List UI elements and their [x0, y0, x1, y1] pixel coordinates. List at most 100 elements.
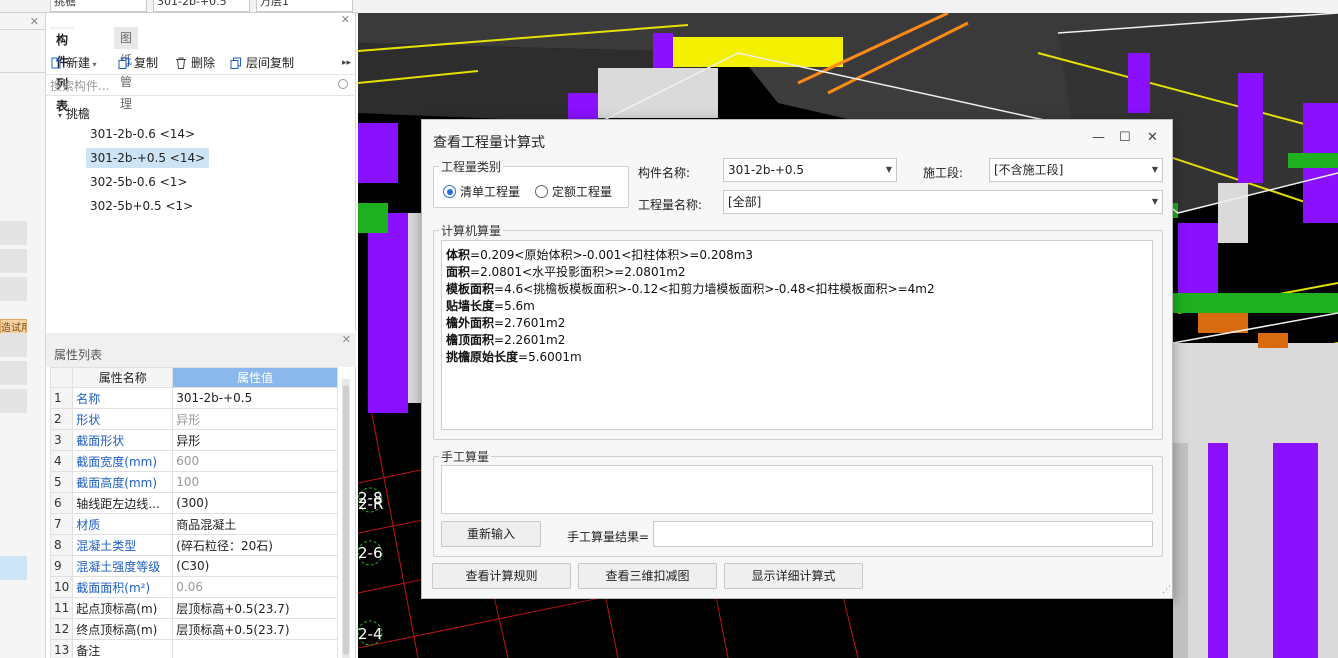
new-button[interactable]: 新建 ▾ — [50, 54, 97, 72]
property-scrollbar[interactable] — [342, 379, 350, 658]
close-icon[interactable]: ✕ — [341, 13, 350, 26]
component-search-input[interactable]: 搜索构件... — [46, 76, 354, 96]
property-name-header: 属性名称 — [72, 367, 174, 388]
show-detail-formula-button[interactable]: 显示详细计算式 — [724, 563, 863, 589]
manual-result-input[interactable] — [653, 521, 1153, 547]
property-value[interactable]: 100 — [172, 471, 338, 493]
close-icon[interactable]: ✕ — [30, 15, 39, 28]
nav-item[interactable] — [0, 221, 27, 245]
quantity-name-select[interactable]: [全部] ▼ — [723, 190, 1163, 214]
component-name-select[interactable]: 301-2b-+0.5 ▼ — [723, 158, 897, 182]
property-row[interactable]: 9 混凝土强度等级 (C30) — [49, 555, 338, 577]
more-icon[interactable]: ▸▸ — [342, 54, 351, 72]
component-name-value: 301-2b-+0.5 — [728, 163, 804, 177]
tree-item[interactable]: 302-5b+0.5 <1> — [86, 196, 197, 216]
nav-item[interactable] — [0, 361, 27, 385]
calc-line: 檐外面积=2.7601m2 — [446, 315, 1148, 332]
property-row[interactable]: 7 材质 商品混凝土 — [49, 513, 338, 535]
chevron-down-icon: ▼ — [885, 165, 892, 174]
calc-key: 檐外面积 — [446, 316, 495, 330]
view-top-bar — [358, 0, 1338, 13]
tree-item[interactable]: 301-2b-0.6 <14> — [86, 124, 199, 144]
property-value[interactable]: (C30) — [172, 555, 338, 577]
row-index: 6 — [49, 492, 74, 514]
tree-root-node[interactable]: ▾ 挑檐 — [58, 105, 90, 122]
tab-drawing-management[interactable]: 图纸管理 — [114, 27, 139, 111]
close-button[interactable]: ✕ — [1147, 130, 1158, 145]
property-value[interactable]: (碎石粒径：20石) — [172, 534, 338, 556]
layer-combo[interactable]: 万层1 — [256, 0, 353, 12]
property-row[interactable]: 13 备注 — [49, 639, 338, 658]
delete-button[interactable]: 删除 — [175, 54, 215, 72]
manual-input-area[interactable] — [441, 465, 1153, 514]
new-label: 新建 — [66, 56, 91, 70]
property-row[interactable]: 1 名称 301-2b-+0.5 — [49, 387, 338, 409]
property-name: 混凝土强度等级 — [72, 555, 174, 577]
property-value[interactable]: 异形 — [172, 429, 338, 451]
component-combo[interactable]: 301-2b-+0.5 — [153, 0, 250, 12]
property-row[interactable]: 10 截面面积(m²) 0.06 — [49, 576, 338, 598]
delete-label: 删除 — [191, 56, 216, 70]
property-row[interactable]: 4 截面宽度(mm) 600 — [49, 450, 338, 472]
left-navigation-strip: ✕ 造试用 — [0, 13, 46, 658]
property-name: 截面面积(m²) — [72, 576, 174, 598]
nav-item[interactable] — [0, 277, 27, 301]
scrollbar-thumb[interactable] — [343, 385, 349, 655]
expand-icon[interactable]: ▾ — [58, 111, 62, 120]
property-value[interactable]: 异形 — [172, 408, 338, 430]
property-row[interactable]: 6 轴线距左边线... (300) — [49, 492, 338, 514]
nav-item[interactable] — [0, 249, 27, 273]
quantity-name-label: 工程量名称: — [638, 198, 703, 212]
view-3d-deduction-button[interactable]: 查看三维扣减图 — [578, 563, 717, 589]
property-row[interactable]: 3 截面形状 异形 — [49, 429, 338, 451]
property-value[interactable]: 商品混凝土 — [172, 513, 338, 535]
close-icon[interactable]: ✕ — [342, 333, 351, 346]
property-value[interactable]: 0.06 — [172, 576, 338, 598]
reenter-button[interactable]: 重新输入 — [441, 521, 541, 547]
layer-copy-button[interactable]: 层间复制 — [230, 54, 294, 72]
copy-label: 复制 — [134, 56, 159, 70]
trash-icon — [176, 57, 186, 69]
component-list-panel: ✕ 构件列表 图纸管理 新建 ▾ 复制 删除 层间复制 ▸▸ 搜索构件... ▾ — [46, 13, 356, 331]
property-row[interactable]: 8 混凝土类型 (碎石粒径：20石) — [49, 534, 338, 556]
maximize-button[interactable]: ☐ — [1119, 130, 1131, 145]
copy-icon — [118, 57, 129, 69]
tab-component-list[interactable]: 构件列表 — [50, 27, 75, 113]
calc-key: 檐顶面积 — [446, 333, 495, 347]
property-value[interactable]: 301-2b-+0.5 — [172, 387, 338, 409]
row-index: 12 — [49, 618, 74, 640]
property-value[interactable]: 层顶标高+0.5(23.7) — [172, 618, 338, 640]
row-index: 9 — [49, 555, 74, 577]
tree-item-selected[interactable]: 301-2b-+0.5 <14> — [86, 148, 210, 168]
bill-quantity-radio[interactable]: 清单工程量 — [443, 183, 520, 200]
property-row[interactable]: 2 形状 异形 — [49, 408, 338, 430]
copy-button[interactable]: 复制 — [118, 54, 158, 72]
floor-type-combo[interactable]: 挑檐 — [50, 0, 147, 12]
property-value[interactable]: (300) — [172, 492, 338, 514]
property-name: 截面形状 — [72, 429, 174, 451]
calc-formula-text[interactable]: 体积=0.209<原始体积>-0.001<扣柱体积>=0.208m3 面积=2.0… — [441, 240, 1153, 430]
radio-checked-icon — [443, 185, 456, 198]
property-row[interactable]: 11 起点顶标高(m) 层顶标高+0.5(23.7) — [49, 597, 338, 619]
section-select[interactable]: [不含施工段] ▼ — [989, 158, 1163, 182]
nav-item-selected[interactable] — [0, 556, 27, 580]
quota-quantity-radio[interactable]: 定额工程量 — [535, 183, 612, 200]
property-list-panel: ✕ 属性列表 属性名称 属性值 1 名称 301-2b-+0.5 2 形状 异形 3 截面形状… — [46, 333, 356, 658]
view-rules-button[interactable]: 查看计算规则 — [432, 563, 571, 589]
property-value[interactable] — [172, 639, 338, 658]
calc-key: 模板面积 — [446, 282, 495, 296]
property-row[interactable]: 12 终点顶标高(m) 层顶标高+0.5(23.7) — [49, 618, 338, 640]
tree-item[interactable]: 302-5b-0.6 <1> — [86, 172, 191, 192]
property-value[interactable]: 层顶标高+0.5(23.7) — [172, 597, 338, 619]
nav-item[interactable] — [0, 389, 27, 413]
layer-copy-label: 层间复制 — [246, 56, 295, 70]
property-name: 形状 — [72, 408, 174, 430]
minimize-button[interactable]: — — [1092, 130, 1105, 145]
component-name-label: 构件名称: — [638, 166, 691, 180]
nav-item[interactable] — [0, 333, 27, 357]
property-name: 混凝土类型 — [72, 534, 174, 556]
property-value[interactable]: 600 — [172, 450, 338, 472]
resize-grip-icon[interactable]: ⋰ — [1162, 585, 1171, 595]
calc-line: 贴墙长度=5.6m — [446, 298, 1148, 315]
property-row[interactable]: 5 截面高度(mm) 100 — [49, 471, 338, 493]
